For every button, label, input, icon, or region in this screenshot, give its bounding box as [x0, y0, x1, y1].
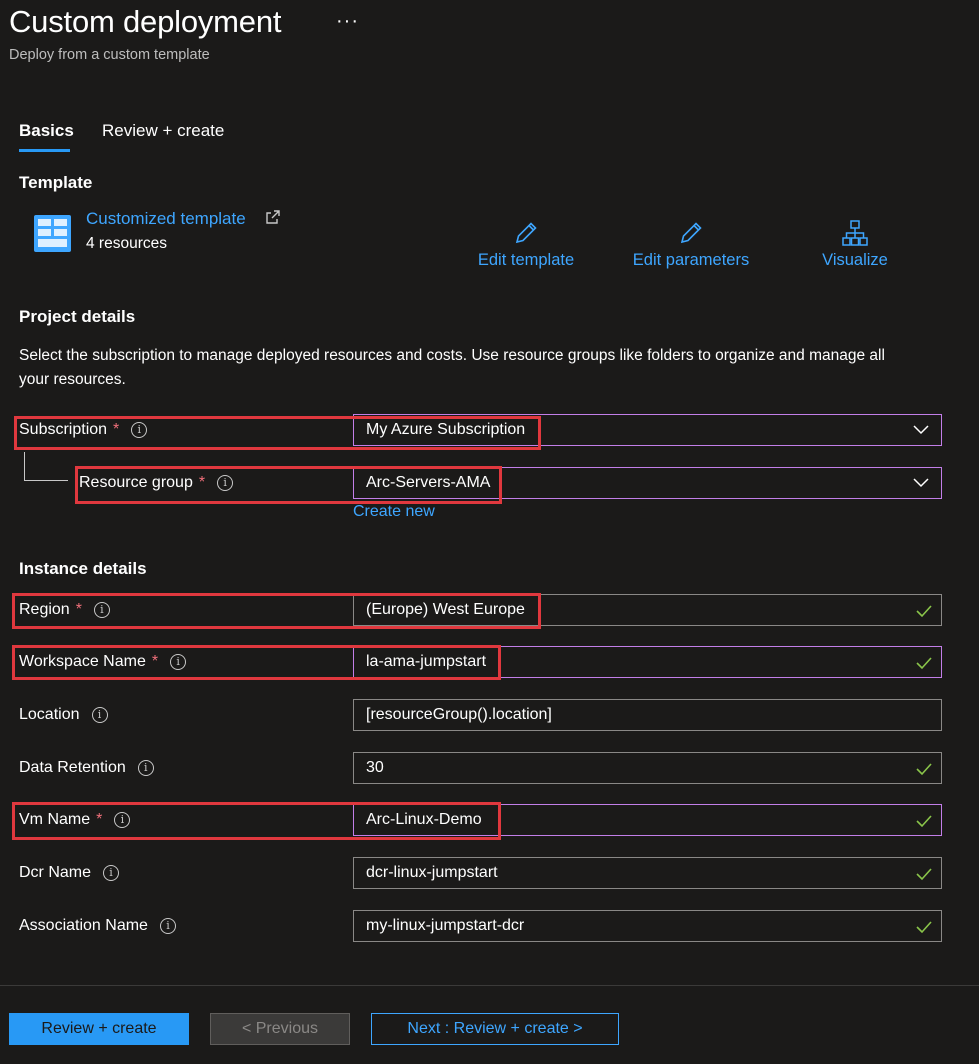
tree-connector [24, 452, 25, 480]
next-review-create-button[interactable]: Next : Review + create > [371, 1013, 619, 1045]
info-icon[interactable]: i [91, 707, 108, 723]
page-subtitle: Deploy from a custom template [9, 47, 210, 63]
highlight-box [12, 802, 501, 840]
edit-template-button[interactable]: Edit template [473, 219, 579, 270]
highlight-box [12, 645, 501, 680]
pencil-icon [515, 222, 537, 244]
edit-parameters-button[interactable]: Edit parameters [628, 219, 754, 270]
hierarchy-icon [842, 220, 868, 246]
highlight-box [14, 416, 541, 450]
visualize-button[interactable]: Visualize [818, 219, 892, 270]
checkmark-icon [916, 657, 932, 670]
tab-basics-underline [19, 149, 70, 152]
checkmark-icon [916, 815, 932, 828]
data-retention-value: 30 [366, 759, 384, 776]
location-input[interactable]: [resourceGroup().location] [353, 699, 942, 731]
visualize-label: Visualize [822, 251, 888, 269]
location-label-text: Location [19, 706, 80, 723]
checkmark-icon [916, 868, 932, 881]
project-details-heading: Project details [19, 307, 136, 326]
customized-template-link[interactable]: Customized template [86, 209, 246, 229]
dcr-name-value: dcr-linux-jumpstart [366, 864, 498, 881]
association-name-value: my-linux-jumpstart-dcr [366, 917, 525, 934]
project-description: Select the subscription to manage deploy… [19, 347, 885, 388]
dcr-name-label-text: Dcr Name [19, 864, 92, 881]
external-link-icon[interactable] [265, 209, 281, 225]
chevron-down-icon [913, 478, 929, 488]
location-value: [resourceGroup().location] [366, 706, 552, 723]
info-icon[interactable]: i [159, 918, 176, 934]
data-retention-input[interactable]: 30 [353, 752, 942, 784]
association-name-label-text: Association Name [19, 917, 148, 934]
edit-template-label: Edit template [477, 251, 575, 269]
pencil-icon [680, 222, 702, 244]
checkmark-icon [916, 763, 932, 776]
location-label: Location i [19, 706, 108, 724]
create-new-link[interactable]: Create new [353, 503, 435, 521]
dcr-name-label: Dcr Name i [19, 864, 120, 882]
checkmark-icon [916, 605, 932, 618]
template-grid-icon [34, 215, 71, 252]
tab-basics[interactable]: Basics [19, 121, 74, 141]
highlight-box [75, 466, 502, 504]
info-icon[interactable]: i [137, 760, 154, 776]
dcr-name-input[interactable]: dcr-linux-jumpstart [353, 857, 942, 889]
page-title: Custom deployment [9, 4, 282, 39]
association-name-label: Association Name i [19, 917, 176, 935]
template-resources-count: 4 resources [86, 235, 167, 252]
association-name-input[interactable]: my-linux-jumpstart-dcr [353, 910, 942, 942]
checkmark-icon [916, 921, 932, 934]
instance-details-heading: Instance details [19, 559, 147, 578]
more-options-icon[interactable]: ··· [336, 10, 359, 33]
highlight-box [12, 593, 541, 629]
data-retention-label-text: Data Retention [19, 759, 126, 776]
chevron-down-icon [913, 425, 929, 435]
tab-review-create[interactable]: Review + create [102, 121, 224, 141]
review-create-button[interactable]: Review + create [9, 1013, 189, 1045]
data-retention-label: Data Retention i [19, 759, 154, 777]
info-icon[interactable]: i [103, 865, 120, 881]
template-heading: Template [19, 173, 93, 192]
footer-divider [0, 985, 979, 986]
previous-button[interactable]: < Previous [210, 1013, 350, 1045]
edit-parameters-label: Edit parameters [632, 251, 750, 269]
tree-connector [24, 480, 68, 481]
